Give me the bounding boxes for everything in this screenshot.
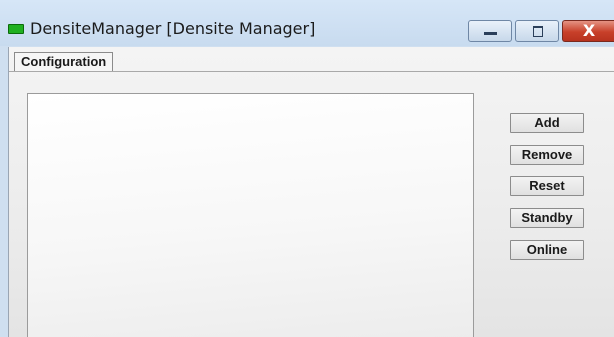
app-window: DensiteManager [Densite Manager] X Confi… — [0, 0, 614, 337]
minimize-button[interactable] — [468, 20, 512, 42]
minimize-icon — [484, 32, 497, 35]
window-title: DensiteManager [Densite Manager] — [30, 19, 316, 38]
tab-configuration[interactable]: Configuration — [14, 52, 114, 71]
standby-button[interactable]: Standby — [510, 208, 584, 228]
title-bar[interactable]: DensiteManager [Densite Manager] X — [0, 0, 614, 46]
tab-strip-divider — [9, 71, 614, 72]
close-icon: X — [582, 21, 596, 40]
content-panel: Configuration Add Remove Reset Standby O… — [8, 47, 614, 337]
app-status-icon — [8, 24, 24, 34]
reset-button[interactable]: Reset — [510, 176, 584, 196]
online-button[interactable]: Online — [510, 240, 584, 260]
close-button[interactable]: X — [562, 20, 614, 42]
configuration-list[interactable] — [27, 93, 474, 337]
maximize-icon — [533, 26, 543, 37]
add-button[interactable]: Add — [510, 113, 584, 133]
remove-button[interactable]: Remove — [510, 145, 584, 165]
maximize-button[interactable] — [515, 20, 559, 42]
